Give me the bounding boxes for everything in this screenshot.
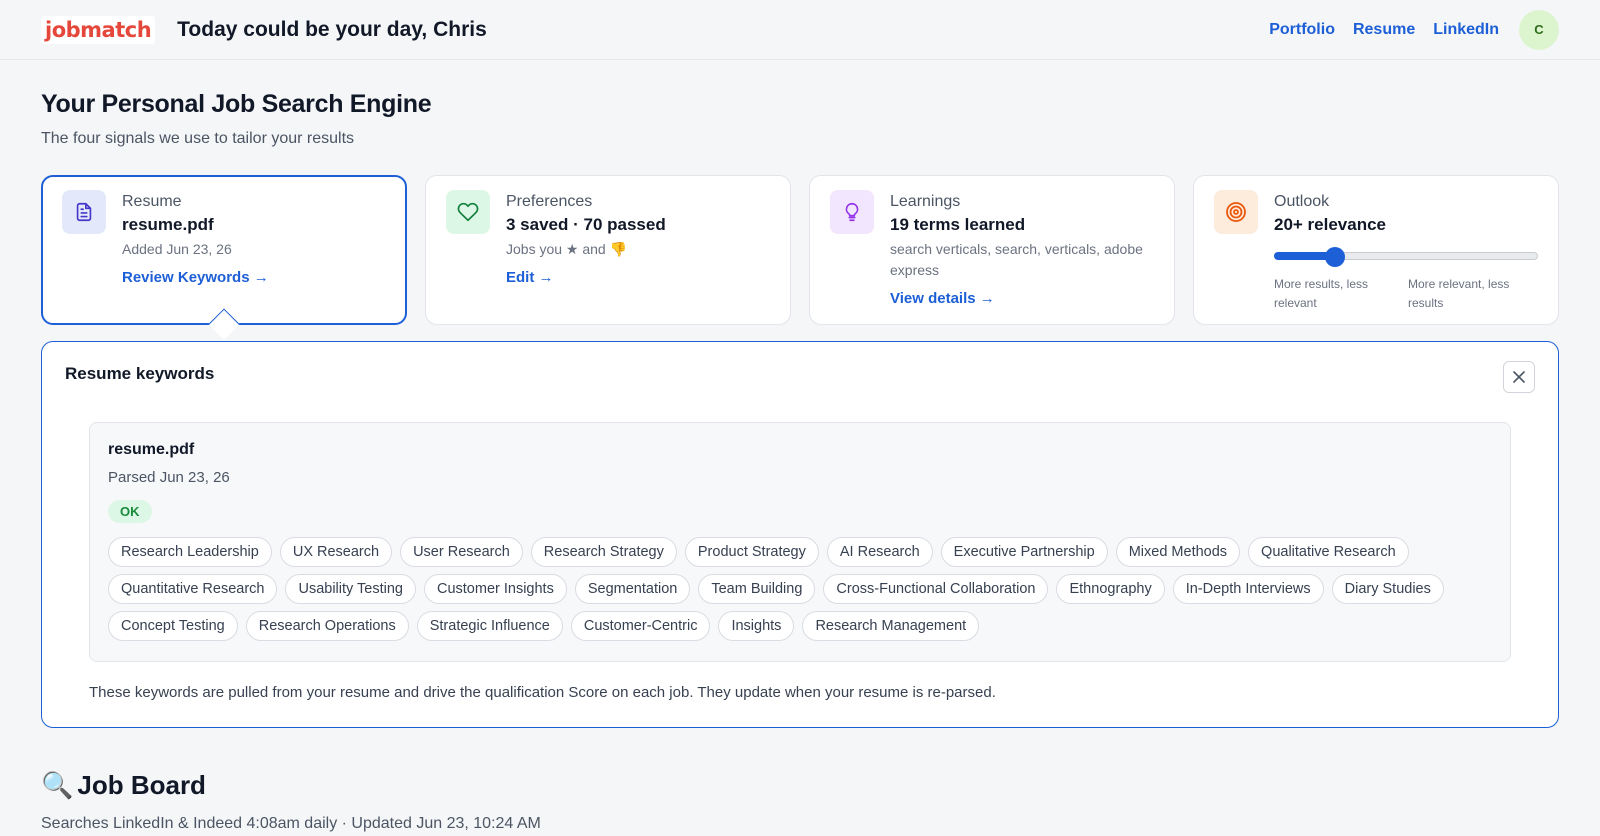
keyword-chip: User Research bbox=[400, 537, 523, 567]
job-board-title-text: Job Board bbox=[77, 770, 206, 800]
keyword-chip: Mixed Methods bbox=[1115, 537, 1241, 567]
magnifier-icon: 🔍 bbox=[41, 770, 74, 800]
status-badge: OK bbox=[108, 500, 152, 523]
view-details-link[interactable]: View details → bbox=[890, 290, 995, 307]
slider-thumb[interactable] bbox=[1324, 247, 1345, 267]
preferences-card-title: Preferences bbox=[506, 193, 593, 210]
resume-card-title: Resume bbox=[122, 193, 182, 210]
nav-resume-link[interactable]: Resume bbox=[1353, 21, 1415, 39]
keyword-chip: Strategic Influence bbox=[416, 611, 563, 641]
outlook-card-value: 20+ relevance bbox=[1274, 215, 1387, 234]
slider-labels: More results, less relevant More relevan… bbox=[1274, 275, 1538, 313]
keyword-chip: Product Strategy bbox=[684, 537, 819, 567]
heart-icon bbox=[446, 190, 490, 234]
keyword-chip: Customer-Centric bbox=[570, 611, 711, 641]
keyword-chip: Research Management bbox=[802, 611, 980, 641]
signal-cards: Resume resume.pdf Added Jun 23, 26 Revie… bbox=[41, 175, 1559, 340]
panel-pointer bbox=[208, 308, 240, 340]
learnings-card-value: 19 terms learned bbox=[890, 215, 1026, 234]
outlook-card-title: Outlook bbox=[1274, 193, 1330, 210]
parsed-date: Parsed Jun 23, 26 bbox=[108, 469, 230, 486]
preferences-card-meta: Jobs you ★ and 👎 bbox=[506, 241, 628, 257]
resume-card-meta: Added Jun 23, 26 bbox=[122, 241, 232, 257]
resume-keywords-panel: Resume keywords resume.pdf Parsed Jun 23… bbox=[41, 341, 1559, 728]
edit-preferences-link[interactable]: Edit → bbox=[506, 269, 554, 286]
keyword-chip: Research Strategy bbox=[530, 537, 677, 567]
resume-card-value: resume.pdf bbox=[122, 215, 214, 234]
learnings-card-title: Learnings bbox=[890, 193, 961, 210]
keyword-chip: Insights bbox=[718, 611, 795, 641]
slider-label-right: More relevant, less results bbox=[1408, 277, 1510, 310]
learnings-card[interactable]: Learnings 19 terms learned search vertic… bbox=[809, 175, 1175, 325]
resume-card[interactable]: Resume resume.pdf Added Jun 23, 26 Revie… bbox=[41, 175, 407, 340]
top-nav: Portfolio Resume LinkedIn C bbox=[1269, 9, 1559, 50]
resume-parse-box: resume.pdf Parsed Jun 23, 26 OK Research… bbox=[89, 422, 1511, 662]
keyword-chip: UX Research bbox=[279, 537, 393, 567]
job-board-title: 🔍 Job Board bbox=[41, 770, 1559, 801]
keyword-chip: AI Research bbox=[826, 537, 933, 567]
close-icon bbox=[1513, 371, 1525, 383]
page-title: Your Personal Job Search Engine bbox=[41, 90, 432, 118]
relevance-slider[interactable] bbox=[1274, 247, 1538, 267]
main-content: Your Personal Job Search Engine The four… bbox=[0, 90, 1600, 833]
keyword-chip: Customer Insights bbox=[423, 574, 567, 604]
keyword-chip: Concept Testing bbox=[108, 611, 238, 641]
keyword-chip: Research Operations bbox=[245, 611, 409, 641]
page-subtitle: The four signals we use to tailor your r… bbox=[41, 130, 355, 147]
learnings-card-meta: search verticals, search, verticals, ado… bbox=[890, 241, 1143, 278]
keyword-chip: Ethnography bbox=[1056, 574, 1165, 604]
nav-portfolio-link[interactable]: Portfolio bbox=[1269, 21, 1335, 39]
job-board-subtitle: Searches LinkedIn & Indeed 4:08am daily … bbox=[41, 815, 541, 832]
preferences-card[interactable]: Preferences 3 saved · 70 passed Jobs you… bbox=[425, 175, 791, 325]
panel-title: Resume keywords bbox=[65, 364, 215, 383]
nav-linkedin-link[interactable]: LinkedIn bbox=[1433, 21, 1499, 39]
document-icon bbox=[62, 190, 106, 234]
greeting: Today could be your day, Chris bbox=[177, 17, 487, 41]
review-keywords-link[interactable]: Review Keywords → bbox=[122, 269, 269, 286]
keyword-chip: Qualitative Research bbox=[1248, 537, 1409, 567]
keyword-chip: Team Building bbox=[698, 574, 816, 604]
keyword-chip: Cross-Functional Collaboration bbox=[823, 574, 1049, 604]
keyword-chip: Usability Testing bbox=[285, 574, 416, 604]
lightbulb-icon bbox=[830, 190, 874, 234]
target-icon bbox=[1214, 190, 1258, 234]
parsed-file-name: resume.pdf bbox=[108, 441, 195, 458]
keyword-chip: Executive Partnership bbox=[940, 537, 1108, 567]
preferences-card-value: 3 saved · 70 passed bbox=[506, 215, 666, 234]
keyword-chip: Research Leadership bbox=[108, 537, 272, 567]
keyword-chip: Quantitative Research bbox=[108, 574, 278, 604]
avatar[interactable]: C bbox=[1519, 9, 1559, 50]
keyword-chip: Diary Studies bbox=[1331, 574, 1444, 604]
jobmatch-logo[interactable]: jobmatch bbox=[41, 15, 156, 44]
outlook-card: Outlook 20+ relevance More results, less… bbox=[1193, 175, 1559, 325]
keyword-chip: In-Depth Interviews bbox=[1172, 574, 1324, 604]
keyword-chip: Segmentation bbox=[574, 574, 691, 604]
top-bar: jobmatch Today could be your day, Chris … bbox=[0, 0, 1600, 60]
keyword-chips: Research Leadership UX Research User Resea… bbox=[108, 537, 1492, 641]
close-button[interactable] bbox=[1503, 361, 1535, 393]
keywords-note: These keywords are pulled from your resu… bbox=[89, 684, 996, 701]
slider-label-left: More results, less relevant bbox=[1274, 277, 1369, 310]
